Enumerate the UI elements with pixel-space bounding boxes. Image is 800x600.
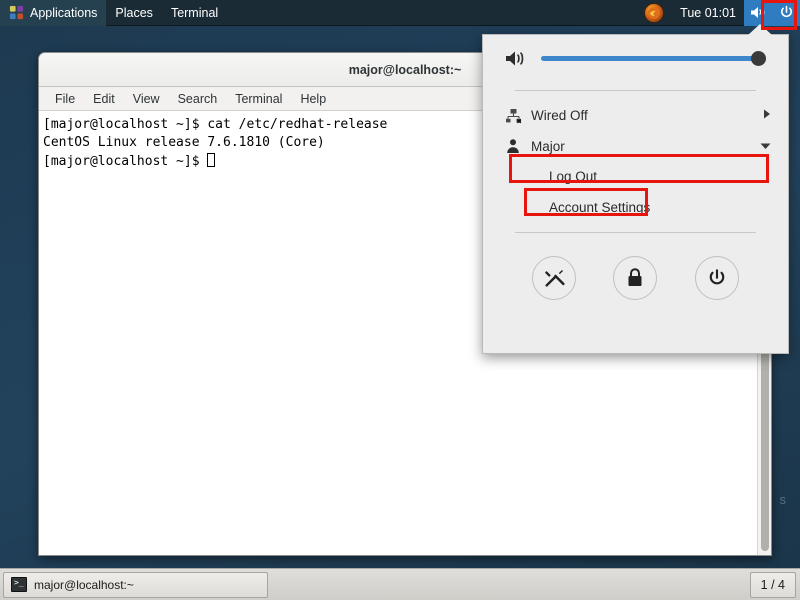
menu-divider-2: [515, 232, 756, 233]
terminal-line-1: [major@localhost ~]$ cat /etc/redhat-rel…: [43, 117, 388, 132]
firefox-glyph: [648, 6, 661, 19]
user-icon: [505, 138, 531, 154]
menu-help[interactable]: Help: [292, 90, 334, 108]
volume-row[interactable]: [483, 35, 788, 81]
lock-icon: [628, 268, 642, 286]
menu-terminal[interactable]: Terminal: [227, 90, 290, 108]
places-menu[interactable]: Places: [106, 0, 162, 26]
menu-view[interactable]: View: [125, 90, 168, 108]
clock[interactable]: Tue 01:01: [672, 0, 744, 26]
log-out-label: Log Out: [549, 169, 598, 184]
menu-divider-1: [515, 90, 756, 91]
system-status-menu[interactable]: Wired Off Major Log Out Account Settings: [482, 24, 789, 354]
bottom-taskbar: >_ major@localhost:~ 1 / 4: [0, 568, 800, 600]
log-out-item[interactable]: Log Out: [483, 161, 788, 192]
power-icon: [780, 5, 792, 18]
account-settings-item[interactable]: Account Settings: [483, 192, 788, 223]
network-row[interactable]: Wired Off: [483, 100, 788, 131]
power-tray-button[interactable]: [772, 0, 800, 26]
desktop-watermark: s: [779, 492, 787, 507]
terminal-icon: >_: [11, 577, 27, 592]
tools-icon: [544, 270, 565, 287]
action-buttons-row: [483, 242, 788, 300]
applications-icon: [9, 5, 24, 20]
workspace-indicator[interactable]: 1 / 4: [749, 571, 796, 598]
settings-button[interactable]: [531, 256, 576, 300]
wired-network-disconnected-icon: [505, 108, 531, 124]
menu-pointer-arrow: [748, 24, 772, 35]
speaker-icon: [506, 51, 524, 65]
top-panel: Applications Places Terminal Tue 01:01: [0, 0, 800, 26]
network-label: Wired Off: [531, 108, 588, 123]
terminal-prompt: [major@localhost ~]$: [43, 153, 208, 169]
terminal-cursor: [207, 152, 216, 167]
chevron-right-icon: [762, 108, 772, 123]
user-avatar-icon[interactable]: [644, 2, 665, 23]
terminal-title-text: major@localhost:~: [348, 62, 462, 77]
volume-slider-knob[interactable]: [751, 50, 766, 66]
user-label: Major: [531, 138, 565, 154]
panel-tray: Tue 01:01: [644, 0, 800, 26]
terminal-app-menu[interactable]: Terminal: [162, 0, 227, 26]
taskbar-item-terminal[interactable]: >_ major@localhost:~: [3, 571, 268, 598]
taskbar-item-label: major@localhost:~: [34, 577, 134, 592]
volume-slider-track: [541, 55, 766, 61]
user-row-major[interactable]: Major: [483, 131, 788, 161]
power-icon: [709, 269, 725, 285]
applications-menu-label: Applications: [30, 5, 98, 20]
menu-file[interactable]: File: [47, 90, 83, 108]
menu-edit[interactable]: Edit: [85, 90, 123, 108]
volume-slider[interactable]: [541, 50, 766, 66]
lock-button[interactable]: [613, 256, 658, 300]
terminal-line-2: CentOS Linux release 7.6.1810 (Core): [43, 135, 325, 151]
volume-tray-button[interactable]: [744, 0, 772, 26]
speaker-icon: [750, 7, 764, 18]
applications-menu[interactable]: Applications: [0, 0, 107, 26]
places-menu-label: Places: [115, 5, 153, 20]
account-settings-label: Account Settings: [549, 200, 651, 215]
chevron-down-icon: [759, 139, 772, 154]
power-button[interactable]: [695, 256, 740, 300]
terminal-app-menu-label: Terminal: [170, 5, 219, 20]
menu-search[interactable]: Search: [170, 90, 226, 108]
